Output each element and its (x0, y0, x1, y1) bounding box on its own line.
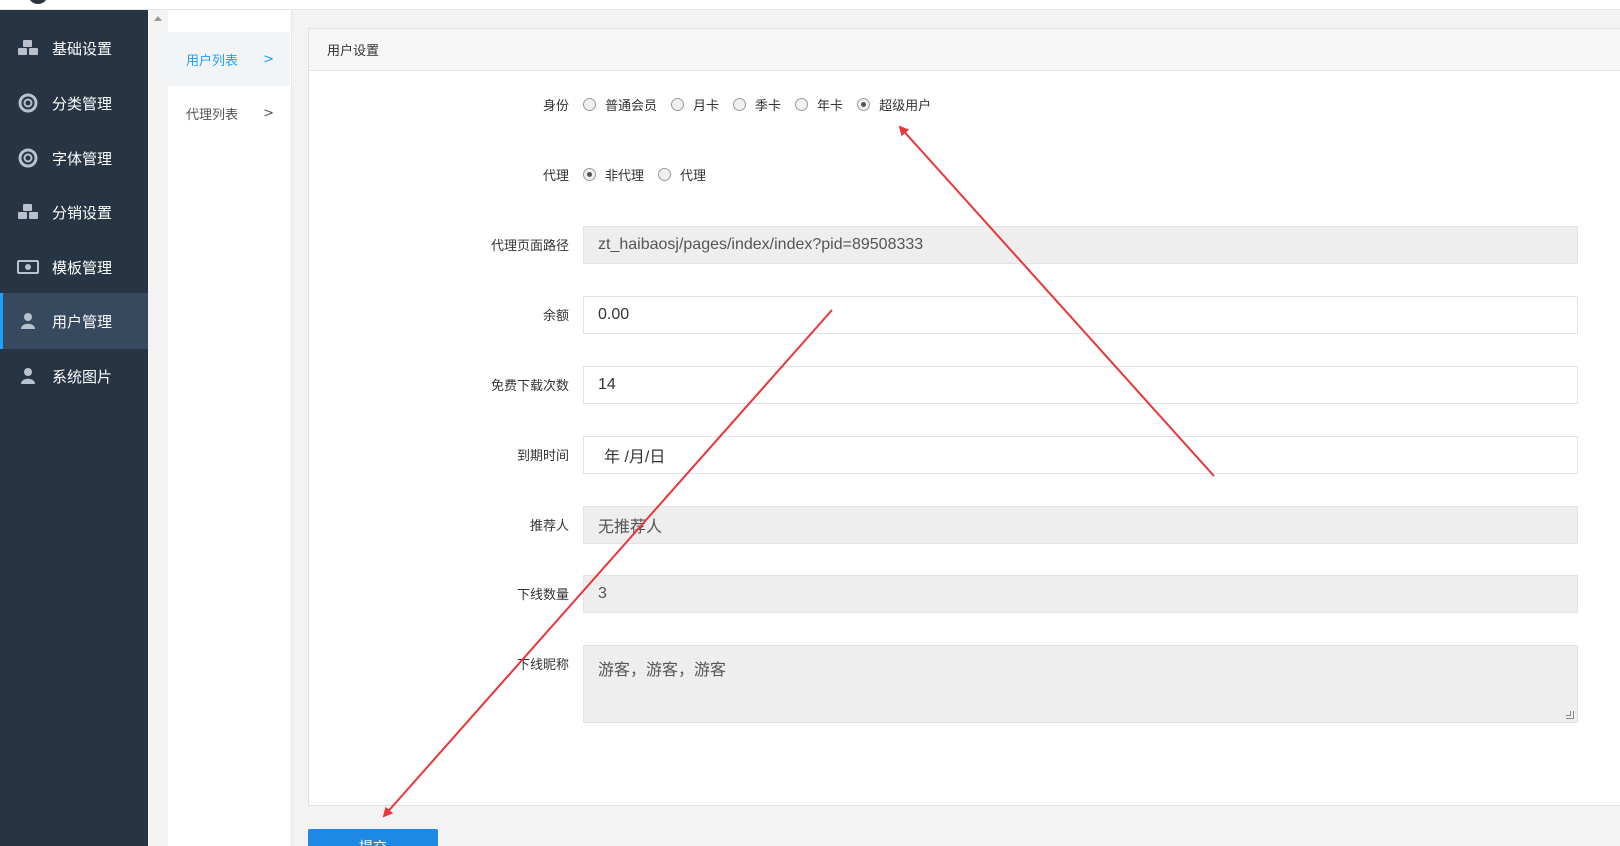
agent-path-field[interactable]: zt_haibaosj/pages/index/index?pid=895083… (583, 226, 1578, 264)
sidebar-item-label: 基础设置 (52, 39, 113, 58)
submit-button[interactable]: 提交 (308, 829, 438, 846)
radio-label: 年卡 (817, 99, 844, 114)
sidebar-item-label: 模板管理 (52, 258, 113, 277)
resize-handle-icon[interactable] (1566, 711, 1574, 719)
identity-option-monthly[interactable]: 月卡 (671, 95, 719, 114)
agent-option-non-agent[interactable]: 非代理 (583, 165, 644, 184)
chevron-right-icon: > (263, 106, 274, 121)
expiry-date-input[interactable]: 年 /月/日 (583, 436, 1578, 474)
scroll-up-arrow-icon[interactable] (154, 16, 162, 21)
sidebar-item-label: 分销设置 (52, 203, 113, 222)
user-settings-panel: 用户设置 身份 普通会员 月卡 季卡 年卡 超级用户 代理 非代理 代理 代理页… (308, 28, 1620, 806)
sidebar-item-fonts[interactable]: 字体管理 (0, 130, 148, 186)
agent-radio-group: 非代理 代理 (583, 165, 720, 184)
cubes-icon (16, 202, 40, 222)
logo (28, 0, 48, 4)
sidebar-item-label: 系统图片 (52, 367, 113, 386)
chevron-right-icon: > (263, 52, 274, 67)
expiry-label: 到期时间 (516, 449, 569, 464)
radio-button[interactable] (671, 98, 685, 111)
identity-option-yearly[interactable]: 年卡 (795, 95, 843, 114)
radio-label: 月卡 (693, 99, 720, 114)
balance-input[interactable]: 0.00 (583, 296, 1578, 334)
radio-label: 季卡 (755, 99, 782, 114)
sidebar-item-system-images[interactable]: 系统图片 (0, 348, 148, 404)
cubes-icon (16, 38, 40, 58)
subnav-item-user-list[interactable]: 用户列表 > (168, 32, 290, 86)
sidebar-item-label: 字体管理 (52, 149, 113, 168)
agent-path-label: 代理页面路径 (490, 239, 569, 254)
referrer-field[interactable]: 无推荐人 (583, 506, 1578, 544)
referrer-label: 推荐人 (529, 519, 569, 534)
subnav-item-label: 用户列表 (186, 53, 239, 69)
sidebar-item-users[interactable]: 用户管理 (0, 293, 148, 349)
agent-option-agent[interactable]: 代理 (658, 165, 706, 184)
subnav-item-agent-list[interactable]: 代理列表 > (168, 86, 290, 140)
downline-count-field[interactable]: 3 (583, 575, 1578, 613)
sidebar-item-basic-settings[interactable]: 基础设置 (0, 20, 148, 76)
free-downloads-input[interactable]: 14 (583, 366, 1578, 404)
panel-title: 用户设置 (309, 29, 1620, 71)
sidebar: 基础设置 分类管理 字体管理 分销设置 模板管理 用户管理 系统图片 (0, 10, 148, 846)
downline-names-text: 游客，游客，游客 (598, 662, 727, 679)
sidebar-item-category[interactable]: 分类管理 (0, 75, 148, 131)
downline-names-textarea[interactable]: 游客，游客，游客 (583, 645, 1578, 723)
sub-nav: 用户列表 > 代理列表 > (168, 10, 292, 846)
life-ring-icon (16, 93, 40, 113)
free-downloads-label: 免费下载次数 (490, 379, 569, 394)
identity-option-super[interactable]: 超级用户 (857, 95, 931, 114)
radio-label: 非代理 (605, 169, 645, 184)
sidebar-item-label: 分类管理 (52, 94, 113, 113)
identity-option-quarterly[interactable]: 季卡 (733, 95, 781, 114)
identity-label: 身份 (542, 99, 569, 114)
downline-names-label: 下线昵称 (516, 658, 569, 673)
radio-label: 普通会员 (605, 99, 658, 114)
money-icon (16, 257, 40, 277)
sidebar-scrollbar[interactable] (148, 10, 168, 846)
sidebar-item-label: 用户管理 (52, 312, 113, 331)
user-icon (16, 366, 40, 386)
radio-button-selected[interactable] (857, 98, 871, 111)
identity-radio-group: 普通会员 月卡 季卡 年卡 超级用户 (583, 95, 945, 114)
radio-button-selected[interactable] (583, 168, 596, 181)
life-ring-icon (16, 148, 40, 168)
sidebar-item-templates[interactable]: 模板管理 (0, 239, 148, 295)
radio-label: 代理 (680, 169, 707, 184)
balance-label: 余额 (542, 309, 569, 324)
radio-button[interactable] (733, 98, 747, 111)
identity-option-regular[interactable]: 普通会员 (583, 95, 657, 114)
agent-label: 代理 (542, 169, 569, 184)
top-bar (0, 0, 1620, 10)
subnav-item-label: 代理列表 (186, 107, 239, 123)
radio-label: 超级用户 (879, 99, 932, 114)
radio-button[interactable] (583, 98, 596, 111)
radio-button[interactable] (795, 98, 809, 111)
sidebar-item-distribution[interactable]: 分销设置 (0, 184, 148, 240)
downline-count-label: 下线数量 (516, 588, 569, 603)
user-icon (16, 311, 40, 331)
radio-button[interactable] (658, 168, 672, 181)
